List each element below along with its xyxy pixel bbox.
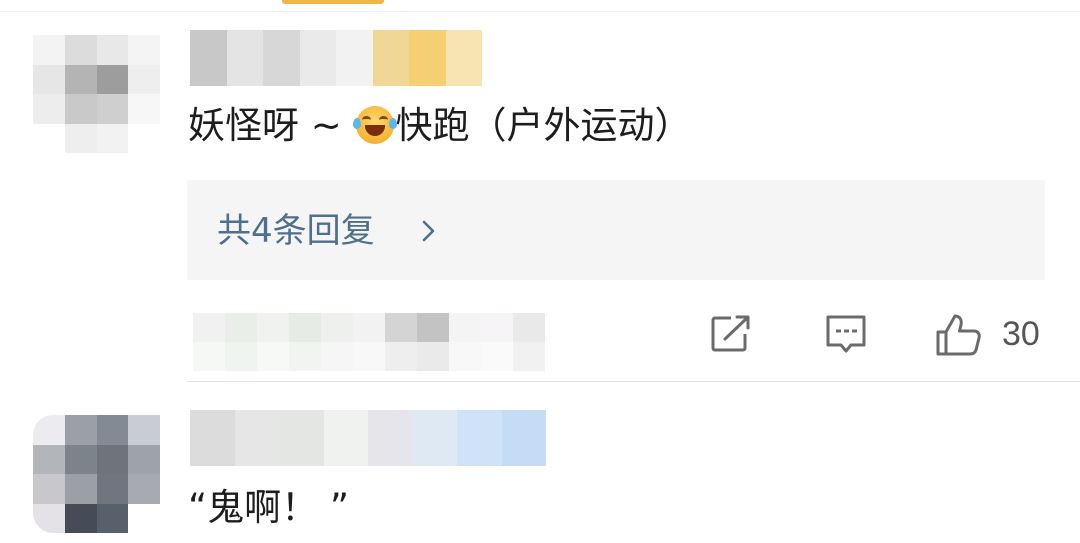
like-button[interactable]: 30 [934,312,1046,356]
top-accent-bar [282,0,384,4]
username-blurred[interactable] [190,410,546,466]
like-count: 30 [1002,315,1040,353]
comment-divider [187,381,1080,382]
avatar[interactable] [33,415,160,533]
comment-bubble-icon [826,315,866,353]
comment-item: “鬼啊！ ” [0,405,1080,543]
reply-comment-button[interactable] [823,312,869,356]
username-blurred[interactable] [190,30,482,86]
comment-text-before-emoji: 妖怪呀 ~ [188,104,354,147]
view-replies-link[interactable]: 共4条回复 [217,210,375,252]
share-icon [711,315,750,352]
comment-text: “鬼啊！ ” [188,486,350,529]
chevron-right-icon [422,220,435,242]
comment-text-after-emoji: 快跑（户外运动） [395,104,692,147]
comment-item: 妖怪呀 ~ 快跑（户外运动） 共4条回复 30 [0,30,1080,382]
share-button[interactable] [709,312,755,356]
top-divider [0,11,1080,12]
comment-text: 妖怪呀 ~ 快跑（户外运动） [188,103,692,149]
meta-info-blurred [193,313,545,371]
replies-box[interactable]: 共4条回复 [187,180,1045,280]
thumbs-up-icon [936,314,981,356]
laughing-crying-face-icon [352,106,397,144]
avatar[interactable] [33,35,160,153]
